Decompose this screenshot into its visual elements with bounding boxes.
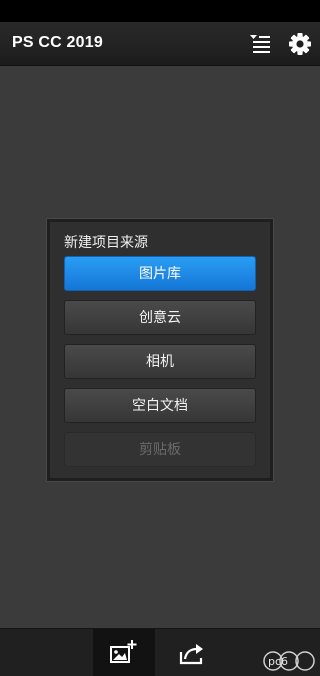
option-camera[interactable]: 相机 bbox=[64, 344, 256, 379]
status-bar bbox=[0, 0, 320, 22]
tab-add-image[interactable] bbox=[93, 629, 155, 676]
new-project-source-dialog: 新建项目来源 图片库 创意云 相机 空白文档 剪贴板 bbox=[47, 219, 273, 481]
tab-share[interactable] bbox=[162, 629, 220, 676]
dialog-title: 新建项目来源 bbox=[64, 235, 148, 251]
sort-button[interactable] bbox=[248, 32, 272, 56]
app-screen: PS CC 2019 新建项目来源 图片库 创意云 相机 空白文档 剪贴板 pc… bbox=[0, 0, 320, 676]
share-icon bbox=[179, 644, 203, 665]
sort-list-icon bbox=[250, 35, 270, 53]
app-bar: PS CC 2019 bbox=[0, 22, 320, 66]
add-image-icon bbox=[110, 640, 137, 663]
option-photo-library[interactable]: 图片库 bbox=[64, 256, 256, 291]
gear-icon bbox=[289, 33, 311, 55]
svg-text:pc6: pc6 bbox=[268, 655, 288, 668]
option-clipboard: 剪贴板 bbox=[64, 432, 256, 467]
settings-button[interactable] bbox=[287, 31, 313, 57]
option-creative-cloud[interactable]: 创意云 bbox=[64, 300, 256, 335]
watermark-logo: pc6 bbox=[263, 651, 315, 671]
option-blank-document[interactable]: 空白文档 bbox=[64, 388, 256, 423]
app-title: PS CC 2019 bbox=[12, 34, 103, 51]
